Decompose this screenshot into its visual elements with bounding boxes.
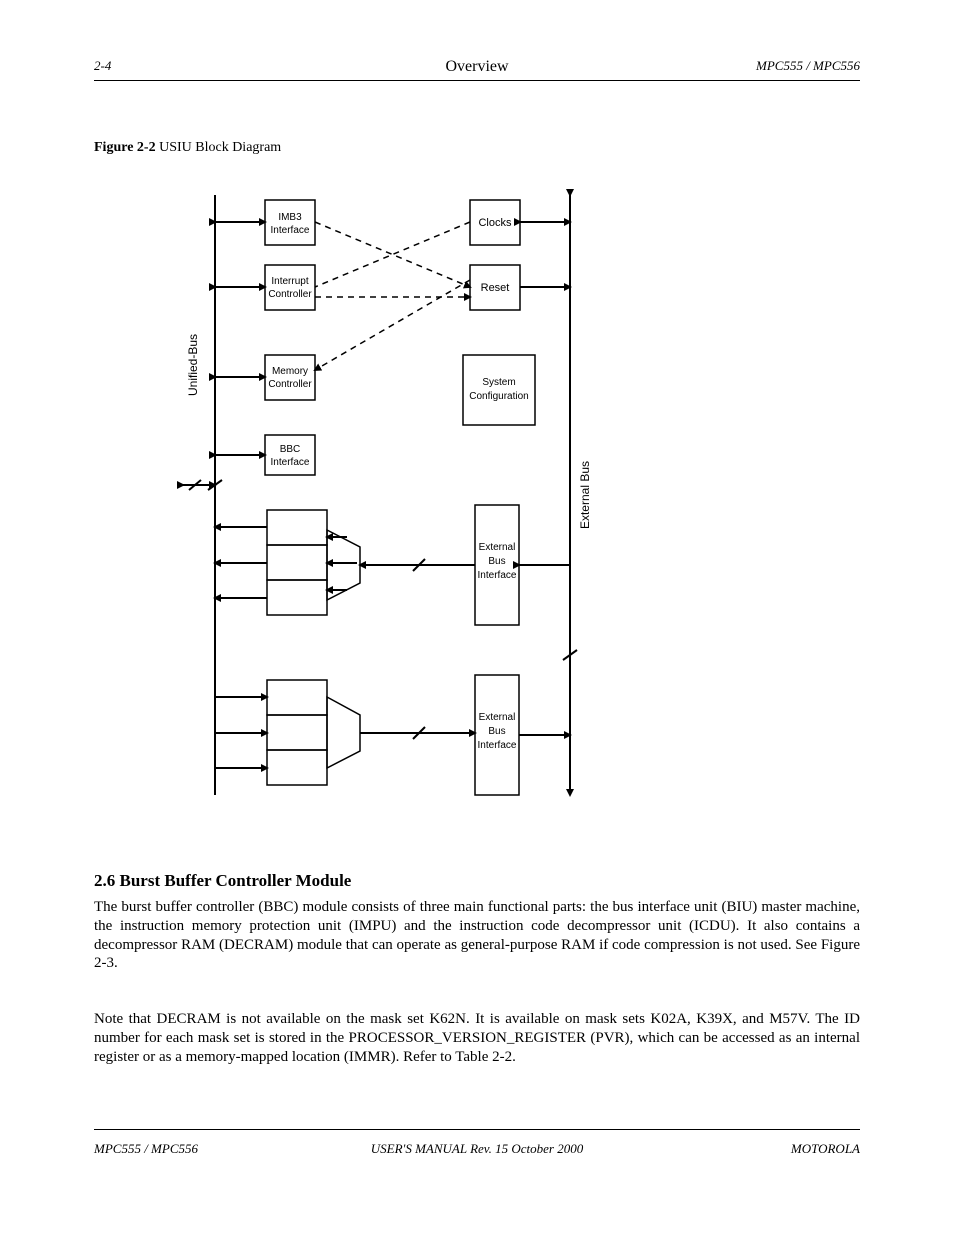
header-center: Overview — [445, 58, 508, 75]
block-ext-bus-interface-lower: External Bus Interface — [475, 675, 570, 795]
svg-text:Controller: Controller — [268, 289, 312, 300]
svg-text:External: External — [479, 712, 516, 723]
running-header: 2-4 MPC555 / MPC556 Overview — [94, 58, 860, 74]
section-heading: 2.6 Burst Buffer Controller Module — [94, 870, 860, 891]
mux-lower — [215, 680, 475, 785]
block-interrupt: Interrupt Controller — [215, 265, 315, 310]
block-clocks: Clocks — [470, 200, 570, 245]
block-memctrl: Memory Controller — [215, 355, 315, 400]
demux-upper — [215, 510, 475, 615]
svg-text:Bus: Bus — [488, 726, 505, 737]
paragraph-2: Note that DECRAM is not available on the… — [94, 1010, 860, 1066]
figure-number: Figure 2-2 — [94, 140, 156, 155]
svg-text:Memory: Memory — [272, 366, 308, 377]
dashed-links — [315, 222, 470, 370]
svg-text:Interface: Interface — [478, 740, 517, 751]
block-diagram: Unified-Bus External Bus IMB3 Interface … — [175, 185, 615, 835]
unified-bus: Unified-Bus — [183, 195, 222, 795]
svg-text:BBC: BBC — [280, 444, 301, 455]
figure-caption: Figure 2-2 USIU Block Diagram — [94, 140, 860, 156]
svg-text:Clocks: Clocks — [478, 217, 512, 229]
label-external-bus: External Bus — [578, 461, 592, 529]
block-ext-bus-interface-upper: External Bus Interface — [475, 505, 570, 625]
page: 2-4 MPC555 / MPC556 Overview Figure 2-2 … — [0, 0, 954, 1235]
svg-text:Controller: Controller — [268, 379, 312, 390]
svg-text:Interrupt: Interrupt — [271, 276, 308, 287]
paragraph-1: The burst buffer controller (BBC) module… — [94, 898, 860, 973]
footer-rule — [94, 1129, 860, 1130]
svg-text:Interface: Interface — [271, 225, 310, 236]
svg-text:IMB3: IMB3 — [278, 212, 302, 223]
svg-text:External: External — [479, 542, 516, 553]
header-rule — [94, 80, 860, 81]
label-unified-bus: Unified-Bus — [186, 334, 200, 396]
svg-text:System: System — [482, 377, 515, 388]
svg-text:Reset: Reset — [481, 282, 510, 294]
block-sysconfig: System Configuration — [463, 355, 535, 425]
block-reset: Reset — [470, 265, 570, 310]
svg-text:Configuration: Configuration — [469, 391, 528, 402]
block-bbc: BBC Interface — [215, 435, 315, 475]
external-bus: External Bus — [563, 195, 592, 795]
svg-text:Bus: Bus — [488, 556, 505, 567]
block-imb3: IMB3 Interface — [215, 200, 315, 245]
svg-text:Interface: Interface — [271, 457, 310, 468]
svg-text:Interface: Interface — [478, 570, 517, 581]
footer-center: USER'S MANUAL Rev. 15 October 2000 — [94, 1141, 860, 1157]
figure-caption-text: USIU Block Diagram — [159, 140, 281, 155]
